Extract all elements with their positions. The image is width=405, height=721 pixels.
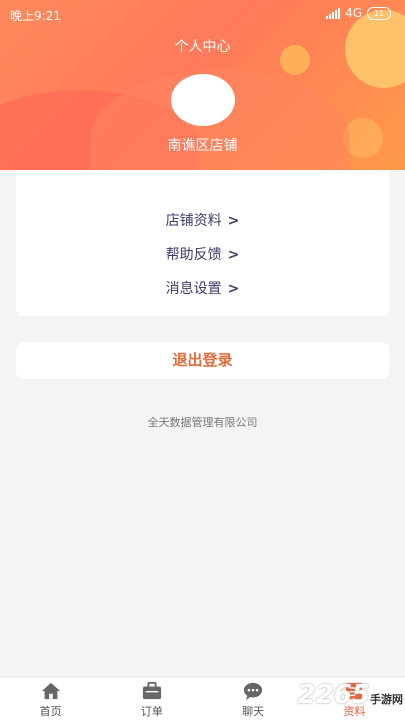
menu-item-label: 店铺资料 xyxy=(165,213,222,229)
menu-item-shop-info[interactable]: 店铺资料 > xyxy=(16,210,389,230)
menu-card: 店铺资料 > 帮助反馈 > 消息设置 > xyxy=(16,170,389,316)
tab-label: 聊天 xyxy=(242,705,265,718)
signal-icon xyxy=(326,7,341,19)
tab-label: 首页 xyxy=(39,705,62,718)
tab-label: 订单 xyxy=(140,705,163,718)
tab-chat[interactable]: 聊天 xyxy=(203,677,304,721)
menu-item-help-feedback[interactable]: 帮助反馈 > xyxy=(16,244,389,264)
shop-name: 南谯区店铺 xyxy=(167,138,238,154)
briefcase-icon xyxy=(142,681,161,700)
watermark-text: 手游网 xyxy=(370,693,403,706)
page-title: 个人中心 xyxy=(174,39,231,55)
tab-home[interactable]: 首页 xyxy=(0,677,101,721)
watermark-number: 2265 xyxy=(297,680,370,710)
chevron-right-icon: > xyxy=(227,247,240,263)
menu-item-label: 消息设置 xyxy=(165,281,222,297)
menu-item-message-settings[interactable]: 消息设置 > xyxy=(16,278,389,298)
network-type: 4G xyxy=(345,6,362,20)
status-time: 晚上9:21 xyxy=(10,9,61,23)
chevron-right-icon: > xyxy=(227,281,240,297)
logout-button[interactable]: 退出登录 xyxy=(16,342,389,379)
company-name: 全天数据管理有限公司 xyxy=(147,416,258,429)
tab-orders[interactable]: 订单 xyxy=(101,677,202,721)
avatar[interactable] xyxy=(171,74,235,126)
status-bar: 晚上9:21 4G 11 xyxy=(0,0,405,30)
menu-item-label: 帮助反馈 xyxy=(165,247,222,263)
chevron-right-icon: > xyxy=(227,213,240,229)
battery-level: 11 xyxy=(373,8,385,18)
chat-icon xyxy=(244,682,263,701)
battery-icon: 11 xyxy=(367,6,391,20)
home-icon xyxy=(41,682,60,700)
profile-header: 晚上9:21 4G 11 个人中心 南谯区店铺 xyxy=(0,0,405,170)
watermark-logo: 2265手游网 xyxy=(298,680,403,710)
